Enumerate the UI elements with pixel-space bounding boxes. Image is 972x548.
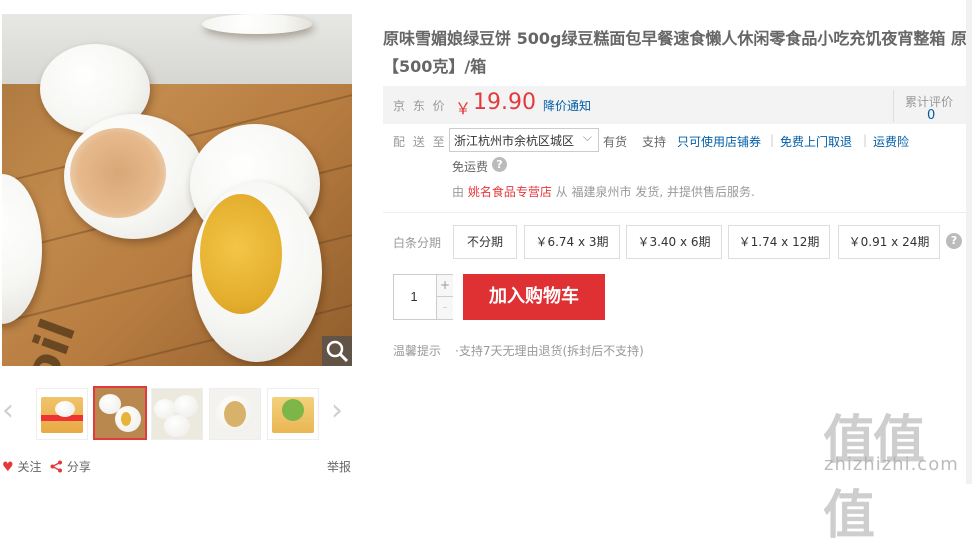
installment-option[interactable]: ￥3.40 x 6期: [626, 225, 722, 259]
service-return[interactable]: 免费上门取退: [780, 133, 852, 150]
divider: |: [770, 133, 775, 147]
store-link[interactable]: 姚名食品专营店: [468, 185, 552, 199]
watermark-site: zhizhizhi.com: [824, 454, 959, 475]
zoom-button[interactable]: [322, 336, 352, 366]
price-value: 19.90: [473, 90, 536, 115]
installment-option[interactable]: ￥1.74 x 12期: [728, 225, 830, 259]
zoom-icon: [326, 340, 349, 363]
thumbnail[interactable]: [267, 388, 319, 440]
divider: |: [863, 133, 868, 147]
price-section: 京 东 价 ￥ 19.90 降价通知 累计评价 0: [383, 86, 972, 124]
share-label: 分享: [66, 460, 91, 474]
location-select[interactable]: 浙江杭州市余杭区城区 ⌵: [449, 128, 599, 152]
thumbnail[interactable]: [209, 388, 261, 440]
quantity-minus-button[interactable]: -: [436, 297, 453, 319]
installment-label: 白条分期: [393, 236, 442, 250]
main-product-image[interactable]: oil: [2, 14, 352, 366]
quantity-input[interactable]: [394, 275, 434, 317]
share-icon: [50, 460, 62, 473]
support-label: 支持: [642, 135, 667, 149]
tips-text: ·支持7天无理由退货(拆封后不支持): [455, 344, 644, 358]
product-title-line2: 【500克】/箱: [383, 57, 487, 76]
scrollbar[interactable]: [966, 0, 972, 484]
follow-link[interactable]: ♥ 关注: [2, 458, 42, 475]
review-count[interactable]: 0: [927, 108, 935, 123]
installment-option[interactable]: ￥0.91 x 24期: [838, 225, 940, 259]
location-value: 浙江杭州市余杭区城区: [454, 134, 575, 148]
question-icon[interactable]: ?: [492, 157, 507, 172]
price-label: 京 东 价: [393, 99, 447, 113]
delivery-label: 配 送 至: [393, 135, 447, 149]
arrow-left-icon[interactable]: ‹: [2, 396, 14, 426]
quantity-stepper: + -: [393, 274, 453, 320]
service-coupon[interactable]: 只可使用店铺券: [677, 133, 761, 150]
follow-label: 关注: [17, 460, 42, 474]
seller-prefix: 由: [452, 185, 465, 199]
seller-suffix: 从 福建泉州市 发货, 并提供售后服务.: [555, 185, 755, 199]
report-link[interactable]: 举报: [327, 458, 351, 475]
installment-option[interactable]: ￥6.74 x 3期: [524, 225, 620, 259]
service-insurance[interactable]: 运费险: [873, 133, 909, 150]
thumbnail[interactable]: [36, 388, 88, 440]
seller-info: 由 姚名食品专营店 从 福建泉州市 发货, 并提供售后服务.: [452, 183, 755, 200]
chevron-down-icon: ⌵: [582, 130, 592, 144]
heart-icon: ♥: [2, 460, 14, 475]
arrow-right-icon[interactable]: ›: [331, 396, 343, 426]
thumbnail-selected[interactable]: [93, 386, 147, 440]
price-notify-link[interactable]: 降价通知: [543, 97, 591, 114]
question-icon[interactable]: ?: [946, 233, 962, 249]
tips-label: 温馨提示: [393, 344, 442, 358]
stock-status: 有货: [603, 135, 628, 149]
thumbnail[interactable]: [151, 388, 203, 440]
free-shipping: 免运费: [452, 160, 489, 174]
installment-option[interactable]: 不分期: [453, 225, 517, 259]
quantity-plus-button[interactable]: +: [436, 275, 453, 297]
add-to-cart-button[interactable]: 加入购物车: [463, 274, 605, 320]
share-link[interactable]: 分享: [50, 458, 91, 475]
product-title: 原味雪媚娘绿豆饼 500g绿豆糕面包早餐速食懒人休闲零食品小吃充饥夜宵整箱 原味: [383, 29, 972, 48]
currency-symbol: ￥: [455, 99, 472, 118]
